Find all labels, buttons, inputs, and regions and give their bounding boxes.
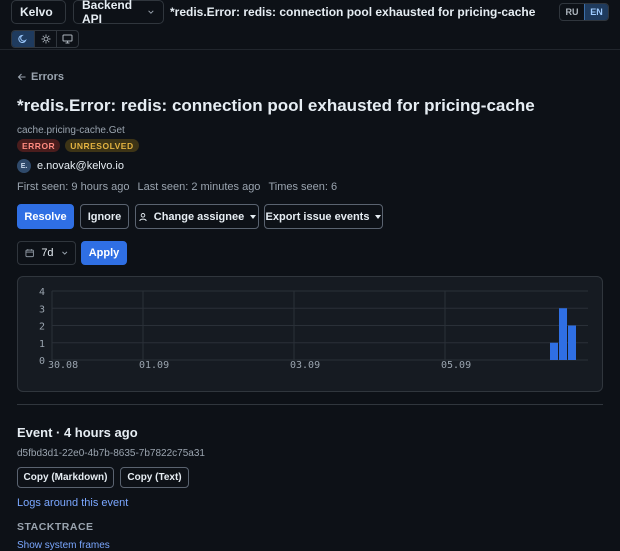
export-events-label: Export issue events (265, 210, 370, 223)
org-selector[interactable]: Kelvo (11, 0, 66, 24)
level-badge: ERROR (17, 139, 61, 152)
chart-y-tick-label: 4 (39, 287, 45, 298)
issue-title: *redis.Error: redis: connection pool exh… (17, 96, 535, 115)
ignore-button-label: Ignore (87, 210, 122, 223)
topbar-issue-title: *redis.Error: redis: connection pool exh… (170, 5, 536, 19)
theme-dark-button[interactable] (12, 31, 34, 47)
avatar: E. (17, 159, 31, 173)
back-link-label: Errors (31, 71, 65, 83)
chart-x-tick-label: 03.09 (290, 360, 320, 371)
time-range-select[interactable]: 7d (17, 241, 76, 265)
caret-down-icon (375, 214, 382, 219)
user-icon (139, 212, 147, 221)
language-option-ru[interactable]: RU (560, 4, 584, 20)
time-range-value: 7d (41, 247, 54, 259)
theme-switcher (11, 30, 79, 48)
resolve-button-label: Resolve (24, 210, 67, 223)
chart-x-tick-label: 01.09 (139, 360, 169, 371)
apply-button-label: Apply (88, 247, 120, 259)
change-assignee-button[interactable]: Change assignee (135, 204, 259, 229)
export-events-button[interactable]: Export issue events (264, 204, 383, 229)
copy-markdown-label: Copy (Markdown) (23, 472, 108, 483)
chart-bar (559, 308, 567, 360)
theme-light-button[interactable] (34, 31, 56, 47)
org-selector-label: Kelvo (20, 5, 53, 19)
chart-y-tick-label: 0 (39, 356, 45, 367)
issue-culprit: cache.pricing-cache.Get (17, 125, 125, 136)
copy-markdown-button[interactable]: Copy (Markdown) (17, 467, 114, 488)
monitor-icon (62, 34, 73, 44)
events-chart: 4 3 2 1 0 30.08 01.09 03.09 05.09 (39, 287, 588, 371)
apply-button[interactable]: Apply (81, 241, 127, 265)
chevron-down-icon (61, 251, 67, 255)
stacktrace-label: STACKTRACE (17, 521, 94, 533)
calendar-icon (25, 249, 34, 258)
chevron-down-icon (148, 10, 154, 14)
sun-icon (41, 34, 50, 44)
chart-x-tick-label: 05.09 (441, 360, 471, 371)
top-bar: Kelvo Backend API *redis.Error: redis: c… (0, 0, 620, 50)
event-heading: Event · 4 hours ago (17, 425, 138, 440)
status-badge: UNRESOLVED (65, 139, 139, 152)
chart-y-tick-label: 1 (39, 339, 45, 350)
events-chart-card: 4 3 2 1 0 30.08 01.09 03.09 05.09 (17, 276, 603, 392)
language-switcher: RU EN (559, 3, 609, 21)
project-selector-label: Backend API (82, 0, 133, 26)
chart-bar (550, 342, 558, 360)
theme-system-button[interactable] (56, 31, 78, 47)
language-option-en[interactable]: EN (584, 4, 608, 20)
chart-bar (568, 325, 576, 360)
back-to-errors-link[interactable]: Errors (17, 71, 64, 83)
change-assignee-label: Change assignee (153, 210, 245, 223)
moon-icon (18, 34, 27, 43)
copy-text-button[interactable]: Copy (Text) (120, 467, 189, 488)
project-selector[interactable]: Backend API (73, 0, 164, 26)
chart-y-tick-label: 2 (39, 322, 45, 333)
event-id: d5fbd3d1-22e0-4b7b-8635-7b7822c75a31 (17, 448, 205, 459)
arrow-left-icon (17, 73, 26, 81)
first-seen: First seen: 9 hours ago (17, 181, 130, 193)
issue-badges: ERROR UNRESOLVED (17, 139, 139, 152)
assignee-email: e.novak@kelvo.io (37, 160, 124, 172)
times-seen: Times seen: 6 (268, 181, 338, 193)
chart-y-tick-label: 3 (39, 304, 45, 315)
chart-x-tick-label: 30.08 (48, 360, 78, 371)
ignore-button[interactable]: Ignore (80, 204, 129, 229)
logs-around-event-link[interactable]: Logs around this event (17, 497, 128, 509)
resolve-button[interactable]: Resolve (17, 204, 74, 229)
last-seen: Last seen: 2 minutes ago (137, 181, 261, 193)
copy-text-label: Copy (Text) (127, 472, 182, 483)
caret-down-icon (250, 214, 257, 219)
assignee: E. e.novak@kelvo.io (17, 159, 124, 173)
issue-stats: First seen: 9 hours ago Last seen: 2 min… (17, 181, 337, 193)
section-divider (17, 404, 603, 405)
